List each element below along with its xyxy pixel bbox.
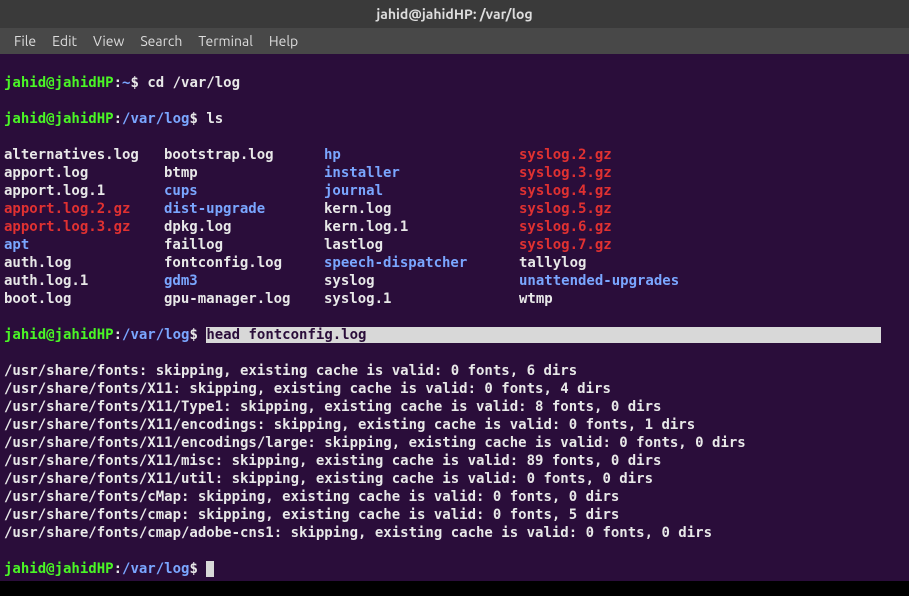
prompt-dollar: $ [130, 75, 147, 91]
ls-entry: apport.log [4, 164, 164, 182]
ls-entry: installer [324, 164, 519, 182]
prompt-dollar: $ [189, 561, 206, 577]
output-line: /usr/share/fonts/X11/encodings: skipping… [4, 416, 905, 434]
ls-entry: gpu-manager.log [164, 290, 324, 308]
cursor [206, 561, 214, 577]
ls-entry: auth.log [4, 254, 164, 272]
command-head-highlighted: head fontconfig.log [206, 327, 366, 343]
menu-search[interactable]: Search [132, 30, 190, 52]
menubar: File Edit View Search Terminal Help [0, 28, 909, 54]
prompt-line-4: jahid@jahidHP:/var/log$ [4, 560, 905, 578]
ls-entry: syslog.1 [324, 290, 519, 308]
menu-help[interactable]: Help [261, 30, 306, 52]
prompt-userhost: jahid@jahidHP [4, 75, 114, 91]
ls-entry: syslog.5.gz [519, 200, 905, 218]
ls-entry: fontconfig.log [164, 254, 324, 272]
output-line: /usr/share/fonts/X11/misc: skipping, exi… [4, 452, 905, 470]
prompt-line-3: jahid@jahidHP:/var/log$ head fontconfig.… [4, 326, 905, 344]
ls-entry: apt [4, 236, 164, 254]
ls-entry: unattended-upgrades [519, 272, 905, 290]
prompt-userhost: jahid@jahidHP [4, 111, 114, 127]
ls-entry: syslog.4.gz [519, 182, 905, 200]
prompt-dollar: $ [189, 327, 206, 343]
output-line: /usr/share/fonts/X11/encodings/large: sk… [4, 434, 905, 452]
output-line: /usr/share/fonts/X11: skipping, existing… [4, 380, 905, 398]
highlight-trailing [366, 327, 880, 343]
output-line: /usr/share/fonts/X11/util: skipping, exi… [4, 470, 905, 488]
prompt-userhost: jahid@jahidHP [4, 327, 114, 343]
output-line: /usr/share/fonts/cMap: skipping, existin… [4, 488, 905, 506]
window-titlebar: jahid@jahidHP: /var/log [0, 0, 909, 28]
ls-entry: syslog.6.gz [519, 218, 905, 236]
ls-entry: faillog [164, 236, 324, 254]
ls-entry: tallylog [519, 254, 905, 272]
prompt-path: /var/log [122, 561, 189, 577]
ls-output: alternatives.logbootstrap.loghpsyslog.2.… [4, 146, 905, 308]
ls-entry: hp [324, 146, 519, 164]
ls-entry: bootstrap.log [164, 146, 324, 164]
prompt-line-2: jahid@jahidHP:/var/log$ ls [4, 110, 905, 128]
ls-entry: kern.log [324, 200, 519, 218]
ls-entry: boot.log [4, 290, 164, 308]
ls-entry: wtmp [519, 290, 905, 308]
ls-entry: kern.log.1 [324, 218, 519, 236]
ls-entry: alternatives.log [4, 146, 164, 164]
prompt-path: /var/log [122, 327, 189, 343]
prompt-dollar: $ [189, 111, 206, 127]
ls-entry: auth.log.1 [4, 272, 164, 290]
terminal-viewport[interactable]: jahid@jahidHP:~$ cd /var/log jahid@jahid… [0, 54, 909, 581]
ls-entry: apport.log.1 [4, 182, 164, 200]
window-title: jahid@jahidHP: /var/log [376, 6, 532, 22]
ls-entry: syslog.7.gz [519, 236, 905, 254]
output-line: /usr/share/fonts: skipping, existing cac… [4, 362, 905, 380]
menu-view[interactable]: View [85, 30, 132, 52]
prompt-colon: : [114, 111, 122, 127]
ls-entry: lastlog [324, 236, 519, 254]
ls-entry: cups [164, 182, 324, 200]
ls-entry: syslog.3.gz [519, 164, 905, 182]
command-cd: cd /var/log [147, 75, 240, 91]
output-line: /usr/share/fonts/cmap/adobe-cns1: skippi… [4, 524, 905, 542]
menu-edit[interactable]: Edit [44, 30, 85, 52]
ls-entry: apport.log.3.gz [4, 218, 164, 236]
prompt-colon: : [114, 75, 122, 91]
ls-entry: apport.log.2.gz [4, 200, 164, 218]
prompt-colon: : [114, 327, 122, 343]
prompt-path: /var/log [122, 111, 189, 127]
ls-entry: syslog [324, 272, 519, 290]
prompt-line-1: jahid@jahidHP:~$ cd /var/log [4, 74, 905, 92]
ls-entry: speech-dispatcher [324, 254, 519, 272]
ls-entry: dpkg.log [164, 218, 324, 236]
head-output: /usr/share/fonts: skipping, existing cac… [4, 362, 905, 542]
ls-entry: dist-upgrade [164, 200, 324, 218]
ls-entry: journal [324, 182, 519, 200]
output-line: /usr/share/fonts/X11/Type1: skipping, ex… [4, 398, 905, 416]
prompt-userhost: jahid@jahidHP [4, 561, 114, 577]
ls-entry: btmp [164, 164, 324, 182]
ls-entry: syslog.2.gz [519, 146, 905, 164]
command-ls: ls [206, 111, 223, 127]
prompt-colon: : [114, 561, 122, 577]
output-line: /usr/share/fonts/cmap: skipping, existin… [4, 506, 905, 524]
menu-terminal[interactable]: Terminal [190, 30, 261, 52]
menu-file[interactable]: File [6, 30, 44, 52]
ls-entry: gdm3 [164, 272, 324, 290]
